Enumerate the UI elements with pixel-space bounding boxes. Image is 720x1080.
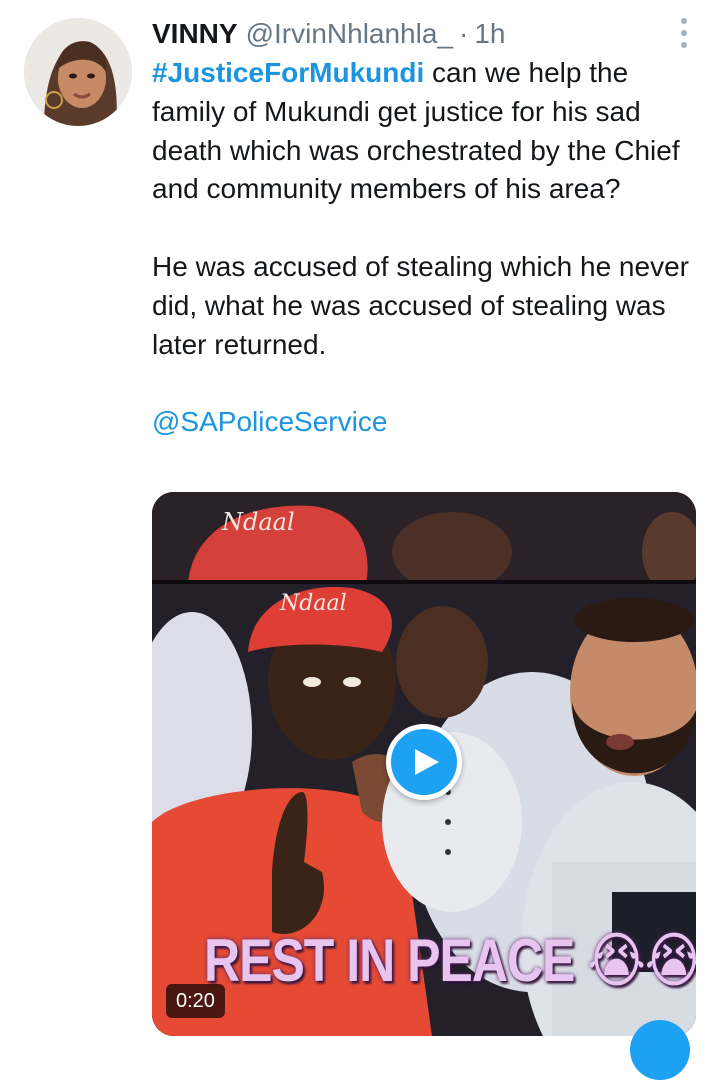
hashtag-link[interactable]: #JusticeForMukundi — [152, 57, 424, 88]
more-vertical-icon[interactable] — [678, 18, 690, 48]
avatar-image — [24, 18, 132, 126]
tweet-text: #JusticeForMukundi can we help the famil… — [152, 54, 692, 442]
display-name[interactable]: VINNY — [152, 18, 238, 50]
play-button[interactable] — [386, 724, 462, 800]
video-duration-badge: 0:20 — [166, 984, 225, 1018]
cap-text-top: Ndaal — [221, 508, 295, 536]
tweet-header: VINNY @IrvinNhlanhla_ · 1h — [152, 16, 505, 52]
tweet-body-part2: He was accused of stealing which he neve… — [152, 250, 689, 360]
timestamp[interactable]: 1h — [474, 18, 505, 50]
avatar[interactable] — [24, 18, 132, 126]
play-icon — [415, 749, 439, 775]
user-handle[interactable]: @IrvinNhlanhla_ — [246, 18, 453, 50]
mention-link[interactable]: @SAPoliceService — [152, 406, 387, 437]
cap-text-main: Ndaal — [279, 591, 347, 616]
crying-emoji: 😭😭 — [587, 927, 696, 995]
overlay-caption: REST IN PEACE 😭😭 — [204, 926, 696, 996]
compose-fab-icon[interactable] — [630, 1020, 690, 1080]
separator-dot: · — [459, 18, 469, 49]
